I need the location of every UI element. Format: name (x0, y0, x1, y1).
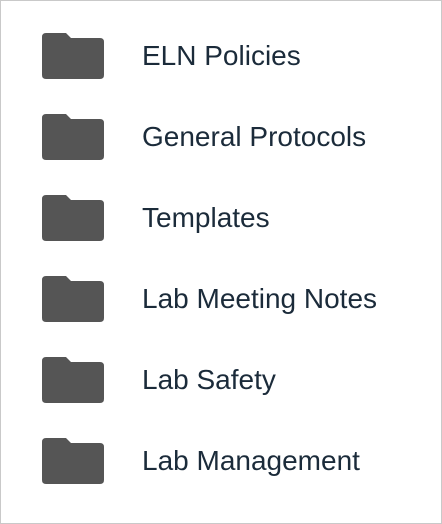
folder-icon (42, 114, 104, 160)
folder-label: Lab Safety (142, 364, 276, 395)
folder-panel: ELN Policies General Protocols Templates… (0, 0, 442, 524)
folder-icon (42, 33, 104, 79)
folder-item-lab-safety[interactable]: Lab Safety (1, 341, 441, 422)
folder-label: Lab Management (142, 445, 360, 476)
folder-item-lab-meeting-notes[interactable]: Lab Meeting Notes (1, 260, 441, 341)
folder-icon (42, 195, 104, 241)
folder-item-eln-policies[interactable]: ELN Policies (1, 17, 441, 98)
folder-icon (42, 438, 104, 484)
folder-list: ELN Policies General Protocols Templates… (1, 17, 441, 503)
folder-label: ELN Policies (142, 40, 301, 71)
folder-item-general-protocols[interactable]: General Protocols (1, 98, 441, 179)
folder-icon (42, 357, 104, 403)
folder-label: Lab Meeting Notes (142, 283, 378, 314)
folder-item-templates[interactable]: Templates (1, 179, 441, 260)
folder-item-lab-management[interactable]: Lab Management (1, 422, 441, 503)
folder-label: General Protocols (142, 121, 367, 152)
folder-icon (42, 276, 104, 322)
folder-label: Templates (142, 202, 270, 233)
